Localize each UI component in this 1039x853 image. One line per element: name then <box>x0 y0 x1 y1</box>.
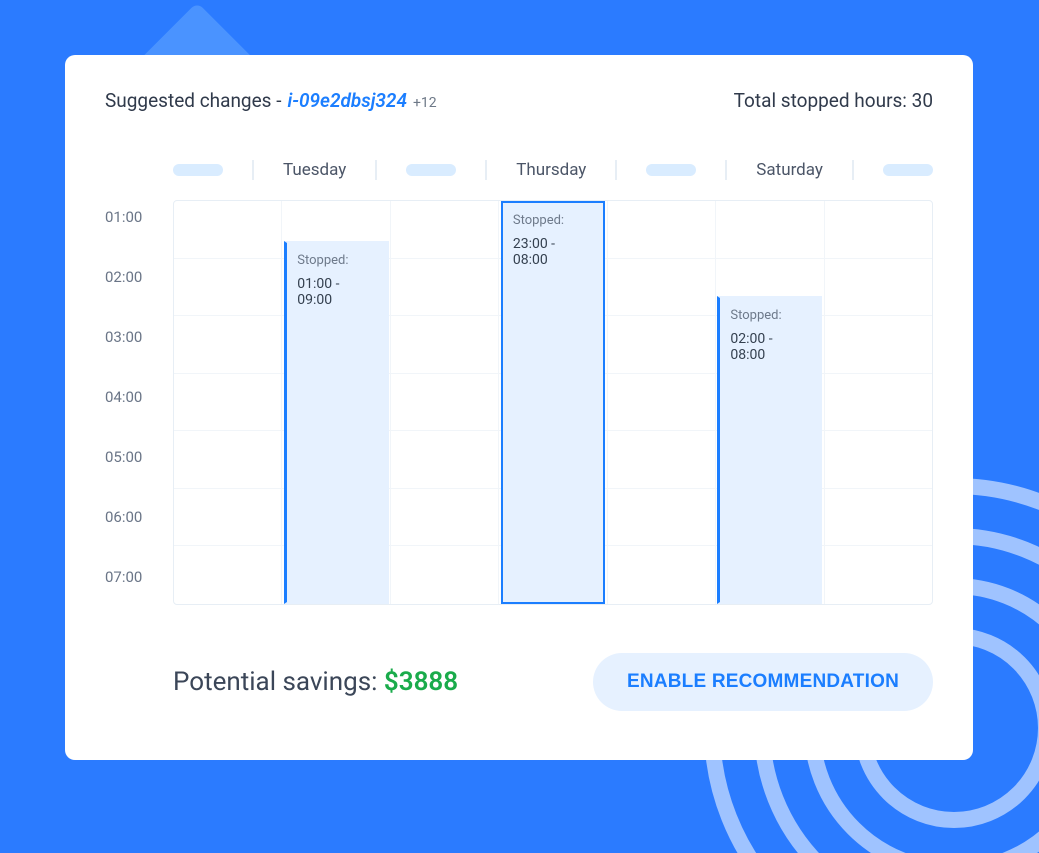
potential-savings: Potential savings: $3888 <box>173 667 458 697</box>
stopped-block-tuesday[interactable]: Stopped: 01:00 - 09:00 <box>284 241 388 604</box>
day-placeholder <box>173 164 223 176</box>
block-label: Stopped: <box>730 308 809 323</box>
day-label-tuesday: Tuesday <box>283 160 346 180</box>
day-separator <box>725 160 727 180</box>
savings-amount: $3888 <box>384 667 458 697</box>
enable-recommendation-button[interactable]: ENABLE RECOMMENDATION <box>593 653 933 711</box>
recommendation-card: Suggested changes - i-09e2dbsj324 +12 To… <box>65 55 973 760</box>
stopped-block-saturday[interactable]: Stopped: 02:00 - 08:00 <box>717 296 821 604</box>
total-label: Total stopped hours: <box>734 89 912 112</box>
y-tick: 01:00 <box>105 208 142 226</box>
day-separator <box>615 160 617 180</box>
y-tick: 05:00 <box>105 448 142 466</box>
chart-grid: Stopped: 01:00 - 09:00 Stopped: 23:00 - … <box>173 200 933 605</box>
card-header: Suggested changes - i-09e2dbsj324 +12 To… <box>105 89 933 112</box>
more-instances-count[interactable]: +12 <box>413 95 437 111</box>
instance-id-link[interactable]: i-09e2dbsj324 <box>287 89 407 112</box>
day-separator <box>852 160 854 180</box>
block-time: 01:00 - 09:00 <box>297 276 376 308</box>
stopped-block-thursday[interactable]: Stopped: 23:00 - 08:00 <box>501 201 605 604</box>
y-axis: 01:00 02:00 03:00 04:00 05:00 06:00 07:0… <box>105 200 173 605</box>
card-footer: Potential savings: $3888 ENABLE RECOMMEN… <box>105 653 933 711</box>
suggested-changes-label: Suggested changes - <box>105 89 281 112</box>
block-time: 23:00 - 08:00 <box>513 236 593 268</box>
day-placeholder <box>883 164 933 176</box>
y-tick: 03:00 <box>105 328 142 346</box>
y-tick: 07:00 <box>105 568 142 586</box>
total-stopped-hours: Total stopped hours: 30 <box>734 89 933 112</box>
total-value: 30 <box>912 89 933 112</box>
day-separator <box>375 160 377 180</box>
y-tick: 04:00 <box>105 388 142 406</box>
block-time: 02:00 - 08:00 <box>730 331 809 363</box>
savings-label: Potential savings: <box>173 667 384 697</box>
y-tick: 06:00 <box>105 508 142 526</box>
y-tick: 02:00 <box>105 268 142 286</box>
day-placeholder <box>646 164 696 176</box>
block-label: Stopped: <box>513 213 593 228</box>
schedule-chart: 01:00 02:00 03:00 04:00 05:00 06:00 07:0… <box>105 200 933 605</box>
day-label-thursday: Thursday <box>516 160 586 180</box>
day-placeholder <box>406 164 456 176</box>
day-label-saturday: Saturday <box>756 160 823 180</box>
day-separator <box>485 160 487 180</box>
day-separator <box>252 160 254 180</box>
day-axis: Tuesday Thursday Saturday <box>173 160 933 180</box>
block-label: Stopped: <box>297 253 376 268</box>
